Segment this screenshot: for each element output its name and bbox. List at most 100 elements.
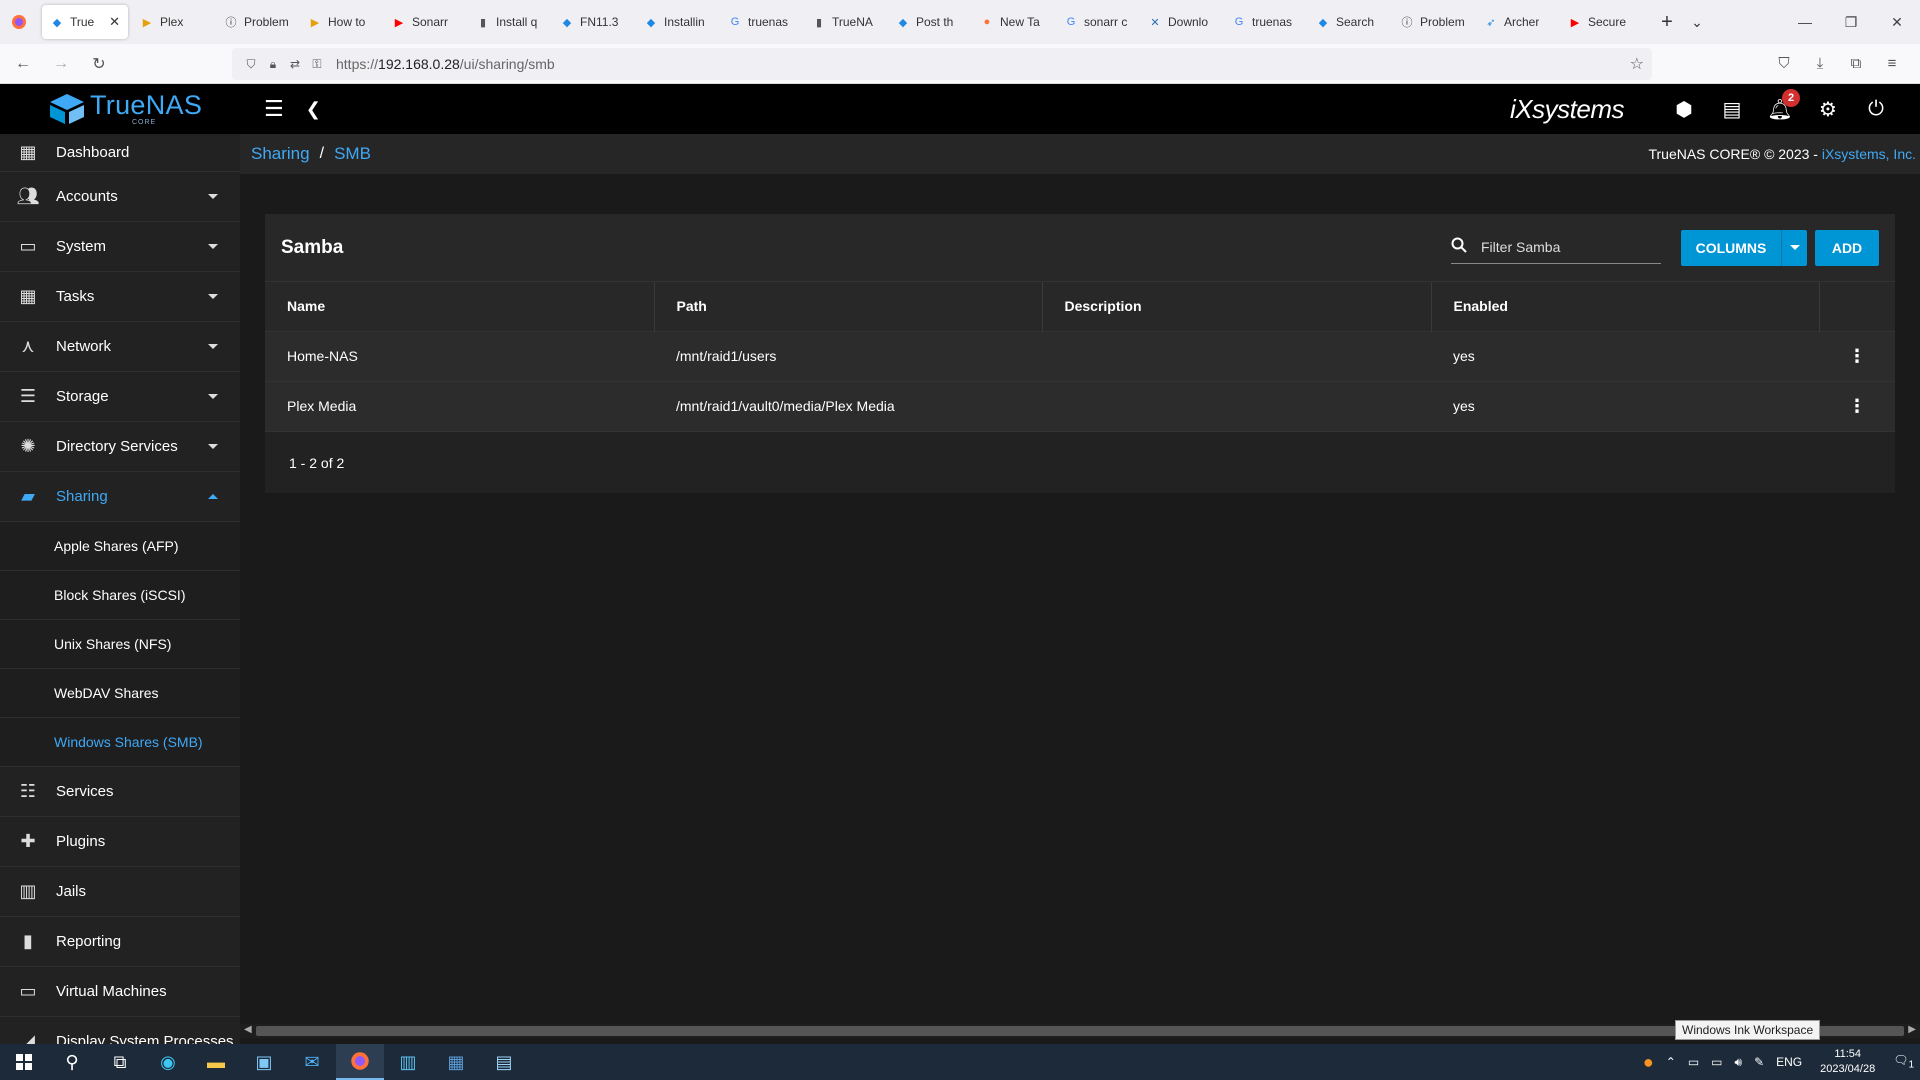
- sidebar-item-sharing[interactable]: ▰ Sharing: [0, 472, 240, 522]
- search-icon[interactable]: ⚲: [48, 1044, 96, 1080]
- column-header-enabled[interactable]: Enabled: [1431, 282, 1820, 331]
- browser-tab[interactable]: ▮ TrueNA: [804, 5, 888, 39]
- notepad-icon[interactable]: ▤: [480, 1044, 528, 1080]
- store-icon[interactable]: ▣: [240, 1044, 288, 1080]
- sidebar-item-plugins[interactable]: ✚ Plugins: [0, 817, 240, 867]
- sidebar-item-reporting[interactable]: ▮ Reporting: [0, 917, 240, 967]
- sidebar-item-system[interactable]: ▭ System: [0, 222, 240, 272]
- downloads-icon[interactable]: ⤓: [1802, 55, 1838, 72]
- ixsystems-link[interactable]: iXsystems, Inc.: [1822, 146, 1916, 162]
- columns-button[interactable]: COLUMNS: [1681, 229, 1807, 266]
- sidebar-item-network[interactable]: ⋏ Network: [0, 322, 240, 372]
- breadcrumb-sharing-link[interactable]: Sharing: [251, 144, 310, 164]
- orange-tray-icon[interactable]: ●: [1643, 1052, 1654, 1073]
- show-hidden-icons-icon[interactable]: ⌃: [1666, 1055, 1676, 1069]
- sidebar-item-accounts[interactable]: 👥︎ Accounts: [0, 172, 240, 222]
- list-all-tabs-button[interactable]: ⌄: [1682, 14, 1712, 31]
- close-tab-icon[interactable]: ✕: [109, 14, 120, 30]
- language-indicator[interactable]: ENG: [1776, 1055, 1802, 1069]
- action-center-icon[interactable]: 🗨︎1: [1893, 1053, 1914, 1070]
- restore-window-button[interactable]: ❐: [1828, 14, 1874, 31]
- key-icon[interactable]: ⚿: [306, 57, 328, 72]
- browser-tab[interactable]: ● New Ta: [972, 5, 1056, 39]
- meet-now-icon[interactable]: ▭: [1688, 1055, 1699, 1069]
- browser-tab[interactable]: ▶ How to: [300, 5, 384, 39]
- sidebar-item-directory-services[interactable]: ✺ Directory Services: [0, 422, 240, 472]
- sidebar-item-storage[interactable]: ☰ Storage: [0, 372, 240, 422]
- browser-tab[interactable]: ◆ FN11.3: [552, 5, 636, 39]
- sidebar-item-display-system-processes[interactable]: ◢ Display System Processes: [0, 1017, 240, 1044]
- browser-tab[interactable]: Gtruenas: [1224, 5, 1308, 39]
- sidebar-item-jails[interactable]: ▥ Jails: [0, 867, 240, 917]
- sidebar-subitem-apple-shares-afp[interactable]: Apple Shares (AFP): [0, 522, 240, 571]
- minimize-window-button[interactable]: —: [1782, 14, 1828, 31]
- browser-tab[interactable]: ⓘ Problem: [1392, 5, 1476, 39]
- extensions-icon[interactable]: ⧉: [1838, 55, 1874, 72]
- browser-tab[interactable]: ▶ Secure: [1560, 5, 1644, 39]
- power-icon[interactable]: ⏻: [1852, 98, 1900, 121]
- forward-button[interactable]: →: [46, 55, 76, 73]
- browser-tab[interactable]: ▶ Plex: [132, 5, 216, 39]
- shield-icon[interactable]: ⛉: [240, 57, 262, 72]
- browser-tab[interactable]: ◆ Post th: [888, 5, 972, 39]
- settings-gear-icon[interactable]: ⚙: [1804, 97, 1852, 122]
- windows-start-icon[interactable]: [0, 1044, 48, 1080]
- notifications-bell-icon[interactable]: 🔔︎ 2: [1756, 88, 1804, 122]
- horizontal-scrollbar[interactable]: ◀ ▶: [240, 1024, 1920, 1038]
- table-row[interactable]: Plex Media /mnt/raid1/vault0/media/Plex …: [265, 380, 1895, 431]
- menu-toggle-icon[interactable]: ☰: [264, 96, 284, 122]
- pocket-icon[interactable]: ⛉: [1766, 55, 1802, 72]
- browser-tab[interactable]: ▮ Install q: [468, 5, 552, 39]
- sidebar-item-dashboard[interactable]: ▦ Dashboard: [0, 134, 240, 172]
- truecommand-icon[interactable]: ⬢: [1660, 97, 1708, 122]
- edge-icon[interactable]: ◉: [144, 1044, 192, 1080]
- app-icon[interactable]: ▥: [384, 1044, 432, 1080]
- close-window-button[interactable]: ✕: [1874, 14, 1920, 31]
- address-bar[interactable]: ⛉ 🔒︎ ⇄ ⚿ https://192.168.0.28/ui/sharing…: [232, 48, 1652, 80]
- truenas-logo[interactable]: TrueNAS CORE: [0, 92, 240, 126]
- row-actions-kebab-icon[interactable]: ⋮: [1819, 330, 1895, 381]
- sidebar-subitem-webdav-shares[interactable]: WebDAV Shares: [0, 669, 240, 718]
- task-manager-icon[interactable]: ▤: [1708, 97, 1756, 122]
- browser-tab[interactable]: ◆ Search: [1308, 5, 1392, 39]
- browser-tab[interactable]: ◆ True ✕: [42, 5, 128, 39]
- table-row[interactable]: Home-NAS /mnt/raid1/users yes ⋮: [265, 330, 1895, 381]
- browser-tab[interactable]: Gtruenas: [720, 5, 804, 39]
- sidebar-item-tasks[interactable]: ▦ Tasks: [0, 272, 240, 322]
- scroll-right-arrow-icon[interactable]: ▶: [1908, 1024, 1916, 1035]
- sidebar-subitem-windows-shares-smb[interactable]: Windows Shares (SMB): [0, 718, 240, 767]
- chevron-down-icon[interactable]: [1781, 229, 1807, 266]
- mail-icon[interactable]: ✉: [288, 1044, 336, 1080]
- lock-icon[interactable]: 🔒︎: [262, 57, 284, 72]
- add-button[interactable]: ADD: [1815, 229, 1879, 266]
- new-tab-button[interactable]: +: [1652, 11, 1682, 34]
- back-button[interactable]: ←: [8, 55, 38, 73]
- task-view-icon[interactable]: ⧉: [96, 1044, 144, 1080]
- scrollbar-thumb[interactable]: [256, 1026, 1904, 1036]
- clock[interactable]: 11:54 2023/04/28: [1820, 1047, 1875, 1077]
- permissions-icon[interactable]: ⇄: [284, 57, 306, 71]
- pen-icon[interactable]: ✎: [1754, 1055, 1764, 1069]
- breadcrumb-current[interactable]: SMB: [334, 144, 371, 164]
- reload-button[interactable]: ↻: [84, 54, 114, 74]
- row-actions-kebab-icon[interactable]: ⋮: [1819, 380, 1895, 431]
- firefox-menu-icon[interactable]: [0, 14, 38, 30]
- browser-tab[interactable]: Gsonarr c: [1056, 5, 1140, 39]
- browser-tab[interactable]: ◆ Installin: [636, 5, 720, 39]
- remote-desktop-icon[interactable]: ▦: [432, 1044, 480, 1080]
- browser-tab[interactable]: ➶ Archer: [1476, 5, 1560, 39]
- file-explorer-icon[interactable]: ▬: [192, 1044, 240, 1080]
- browser-tab[interactable]: ✕ Downlo: [1140, 5, 1224, 39]
- sidebar-subitem-block-shares-iscsi[interactable]: Block Shares (iSCSI): [0, 571, 240, 620]
- sidebar-subitem-unix-shares-nfs[interactable]: Unix Shares (NFS): [0, 620, 240, 669]
- network-tray-icon[interactable]: ▭: [1711, 1055, 1722, 1069]
- column-header-description[interactable]: Description: [1042, 282, 1432, 331]
- app-menu-icon[interactable]: ≡: [1874, 55, 1910, 72]
- firefox-taskbar-icon[interactable]: [336, 1044, 384, 1080]
- sidebar-item-services[interactable]: ☷ Services: [0, 767, 240, 817]
- volume-icon[interactable]: 🔊︎: [1735, 1055, 1743, 1070]
- column-header-name[interactable]: Name: [265, 282, 655, 331]
- browser-tab[interactable]: ▶ Sonarr: [384, 5, 468, 39]
- filter-input[interactable]: [1481, 239, 1651, 255]
- sidebar-item-virtual-machines[interactable]: ▭ Virtual Machines: [0, 967, 240, 1017]
